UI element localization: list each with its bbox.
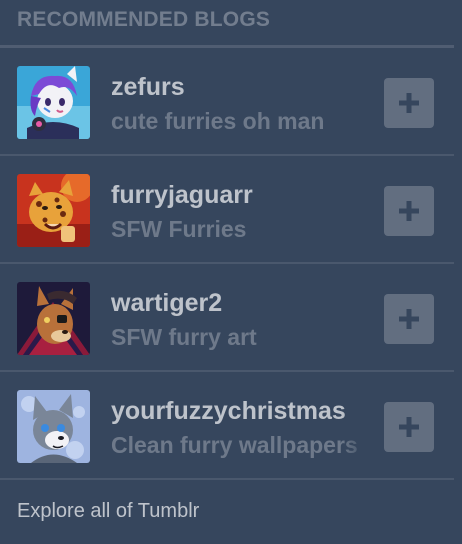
follow-button[interactable] <box>384 78 434 128</box>
recommended-blogs-panel: RECOMMENDED BLOGS zefurs cute furries oh… <box>0 0 462 544</box>
follow-button[interactable] <box>384 186 434 236</box>
blog-name[interactable]: yourfuzzychristmas <box>111 397 373 426</box>
blog-name[interactable]: furryjaguarr <box>111 181 373 210</box>
follow-button[interactable] <box>384 402 434 452</box>
explore-all-link[interactable]: Explore all of Tumblr <box>17 500 199 523</box>
blog-description: SFW Furries <box>111 216 247 242</box>
blog-row[interactable]: zefurs cute furries oh man <box>0 48 454 156</box>
plus-icon <box>399 417 419 437</box>
purple-hair-fox-avatar-icon <box>17 66 90 139</box>
blog-row[interactable]: furryjaguarr SFW Furries <box>0 156 454 264</box>
section-header: RECOMMENDED BLOGS <box>17 8 271 31</box>
plus-icon <box>399 93 419 113</box>
blog-avatar[interactable] <box>17 66 90 139</box>
blog-name[interactable]: zefurs <box>111 73 373 102</box>
recommended-blog-list: zefurs cute furries oh man furryjaguarr … <box>0 48 454 480</box>
grey-wolf-avatar-icon <box>17 390 90 463</box>
blog-row[interactable]: wartiger2 SFW furry art <box>0 264 454 372</box>
blog-description: cute furries oh man <box>111 108 325 134</box>
blog-avatar[interactable] <box>17 174 90 247</box>
plus-icon <box>399 309 419 329</box>
plus-icon <box>399 201 419 221</box>
blog-description: Clean furry wallpapers <box>111 432 358 458</box>
jaguar-avatar-icon <box>17 174 90 247</box>
blog-avatar[interactable] <box>17 390 90 463</box>
blog-avatar[interactable] <box>17 282 90 355</box>
blog-name[interactable]: wartiger2 <box>111 289 373 318</box>
blog-description: SFW furry art <box>111 324 257 350</box>
blog-row[interactable]: yourfuzzychristmas Clean furry wallpaper… <box>0 372 454 480</box>
follow-button[interactable] <box>384 294 434 344</box>
eyepatch-wolf-avatar-icon <box>17 282 90 355</box>
